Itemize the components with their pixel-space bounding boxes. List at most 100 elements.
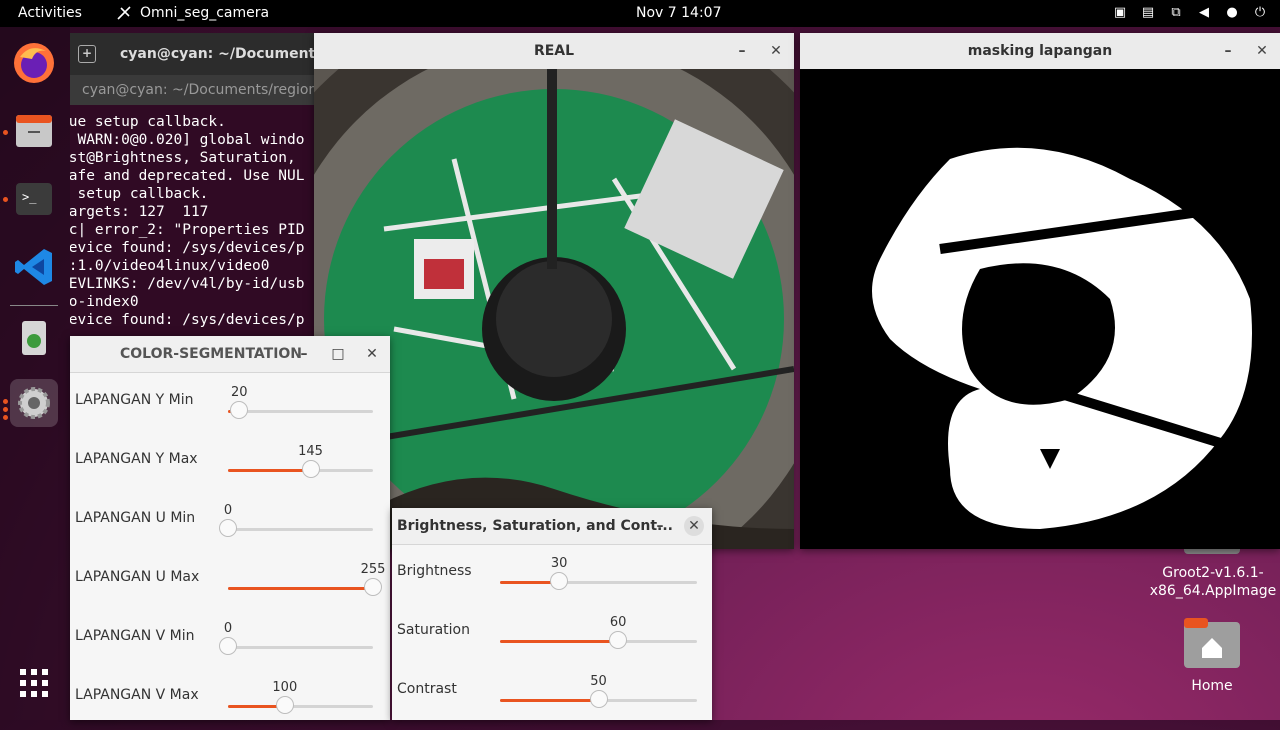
terminal-tab[interactable]: cyan@cyan: ~/Documents/region... <box>70 75 330 105</box>
new-tab-icon[interactable]: + <box>78 45 96 63</box>
top-bar: Activities Omni_seg_camera Nov 7 14:07 ▣… <box>0 0 1280 27</box>
slider-label: Contrast <box>397 681 457 697</box>
slider-track[interactable] <box>228 401 373 419</box>
terminal-line: [ WARN:0@0.020] global windo <box>70 132 305 148</box>
slider-handle[interactable] <box>301 460 320 478</box>
home-folder-icon[interactable] <box>1184 616 1240 668</box>
slider-label: Brightness <box>397 563 472 579</box>
terminal-line: 2:1.0/video4linux/video0 <box>70 258 270 274</box>
slider-label: LAPANGAN V Min <box>75 628 195 644</box>
terminal-line: ast@Brightness, Saturation, <box>70 150 296 166</box>
slider-handle[interactable] <box>609 631 628 649</box>
slider-handle[interactable] <box>275 696 294 714</box>
minimize-button[interactable]: – <box>732 41 752 61</box>
colorseg-slider-row: LAPANGAN U Max 255 <box>70 553 390 612</box>
masking-window[interactable]: masking lapangan – ✕ <box>800 33 1280 549</box>
bsc-titlebar[interactable]: Brightness, Saturation, and Cont... – ✕ <box>392 508 712 545</box>
slider-track[interactable] <box>228 460 373 478</box>
groot-appimage-label[interactable]: Groot2-v1.6.1-x86_64.AppImage <box>1148 564 1278 600</box>
terminal-line: eo-index0 <box>70 294 139 310</box>
slider-track[interactable] <box>228 696 373 714</box>
terminal-icon[interactable]: >_ <box>10 175 58 223</box>
minimize-button[interactable]: – <box>650 516 670 536</box>
lan-icon[interactable]: ⧉ <box>1168 5 1184 21</box>
home-folder-label[interactable]: Home <box>1180 678 1244 694</box>
trash-icon[interactable] <box>10 313 58 361</box>
terminal-line: DEVLINKS: /dev/v4l/by-id/usb <box>70 276 305 292</box>
files-icon[interactable] <box>10 107 58 155</box>
masking-title: masking lapangan <box>967 43 1113 59</box>
slider-label: Saturation <box>397 622 470 638</box>
color-segmentation-window[interactable]: COLOR-SEGMENTATION – □ ✕ LAPANGAN Y Min 2… <box>70 336 390 720</box>
slider-track[interactable] <box>500 690 697 708</box>
terminal-line: Targets: 127 117 <box>70 204 209 220</box>
colorseg-slider-row: LAPANGAN U Min 0 <box>70 494 390 553</box>
real-titlebar[interactable]: REAL – ✕ <box>314 33 794 70</box>
network-icon[interactable]: ▤ <box>1140 5 1156 21</box>
slider-label: LAPANGAN Y Min <box>75 392 194 408</box>
app-menu-label[interactable]: Omni_seg_camera <box>140 5 269 21</box>
firefox-icon[interactable] <box>10 39 58 87</box>
slider-track[interactable] <box>219 637 373 655</box>
slider-value: 0 <box>223 621 233 636</box>
terminal-line: lue setup callback. <box>70 114 226 130</box>
close-button[interactable]: ✕ <box>684 516 704 536</box>
slider-label: LAPANGAN V Max <box>75 687 199 703</box>
minimize-button[interactable]: – <box>294 344 314 364</box>
slider-value: 20 <box>231 385 248 400</box>
slider-handle[interactable] <box>550 572 569 590</box>
terminal-line: e setup callback. <box>70 186 209 202</box>
slider-handle[interactable] <box>219 637 237 655</box>
bsc-title: Brightness, Saturation, and Cont... <box>397 518 674 534</box>
slider-label: LAPANGAN Y Max <box>75 451 198 467</box>
slider-fill <box>500 699 599 702</box>
power-icon[interactable]: ⏻ <box>1252 5 1268 21</box>
slider-fill <box>500 640 619 643</box>
maximize-button[interactable]: □ <box>328 344 348 364</box>
masking-titlebar[interactable]: masking lapangan – ✕ <box>800 33 1280 70</box>
close-button[interactable]: ✕ <box>362 344 382 364</box>
vscode-icon[interactable] <box>10 243 58 291</box>
slider-handle[interactable] <box>589 690 608 708</box>
terminal-output[interactable]: lue setup callback. [ WARN:0@0.020] globa… <box>70 105 330 353</box>
volume-icon[interactable]: ◀ <box>1196 5 1212 21</box>
app-menu-icon[interactable] <box>116 5 132 21</box>
terminal-line: safe and deprecated. Use NUL <box>70 168 305 184</box>
clock[interactable]: Nov 7 14:07 <box>636 5 721 21</box>
colorseg-slider-row: LAPANGAN V Max 100 <box>70 671 390 730</box>
terminal-window[interactable]: + cyan@cyan: ~/Documents/r cyan@cyan: ~/… <box>70 33 330 353</box>
mic-icon[interactable]: ● <box>1224 5 1240 21</box>
settings-icon[interactable] <box>10 379 58 427</box>
colorseg-slider-row: LAPANGAN Y Min 20 <box>70 376 390 435</box>
real-title: REAL <box>533 43 575 59</box>
bsc-slider-row: Saturation 60 <box>392 606 712 665</box>
terminal-line: Device found: /sys/devices/p <box>70 240 305 256</box>
slider-handle[interactable] <box>219 519 237 537</box>
show-applications-icon[interactable] <box>10 659 58 707</box>
slider-fill <box>228 587 373 590</box>
slider-handle[interactable] <box>230 401 249 419</box>
terminal-line: ic| error_2: "Properties PID <box>70 222 305 238</box>
minimize-button[interactable]: – <box>1218 41 1238 61</box>
slider-track[interactable] <box>500 631 697 649</box>
slider-value: 100 <box>272 680 298 695</box>
camera-icon[interactable]: ▣ <box>1112 5 1128 21</box>
close-button[interactable]: ✕ <box>766 41 786 61</box>
slider-label: LAPANGAN U Max <box>75 569 200 585</box>
slider-track[interactable] <box>219 519 373 537</box>
system-tray[interactable]: ▣ ▤ ⧉ ◀ ● ⏻ <box>1112 5 1268 21</box>
close-button[interactable]: ✕ <box>1252 41 1272 61</box>
bsc-slider-row: Contrast 50 <box>392 665 712 724</box>
slider-track[interactable] <box>228 578 382 596</box>
slider-handle[interactable] <box>364 578 382 596</box>
slider-value: 60 <box>609 615 627 630</box>
activities-button[interactable]: Activities <box>18 5 82 21</box>
slider-track[interactable] <box>500 572 697 590</box>
terminal-header[interactable]: + cyan@cyan: ~/Documents/r <box>70 33 330 75</box>
colorseg-titlebar[interactable]: COLOR-SEGMENTATION – □ ✕ <box>70 336 390 373</box>
bsc-slider-row: Brightness 30 <box>392 547 712 606</box>
terminal-line: Device found: /sys/devices/p <box>70 312 305 328</box>
bsc-window[interactable]: Brightness, Saturation, and Cont... – ✕ … <box>392 508 712 720</box>
colorseg-slider-row: LAPANGAN V Min 0 <box>70 612 390 671</box>
svg-text:>_: >_ <box>22 190 37 204</box>
